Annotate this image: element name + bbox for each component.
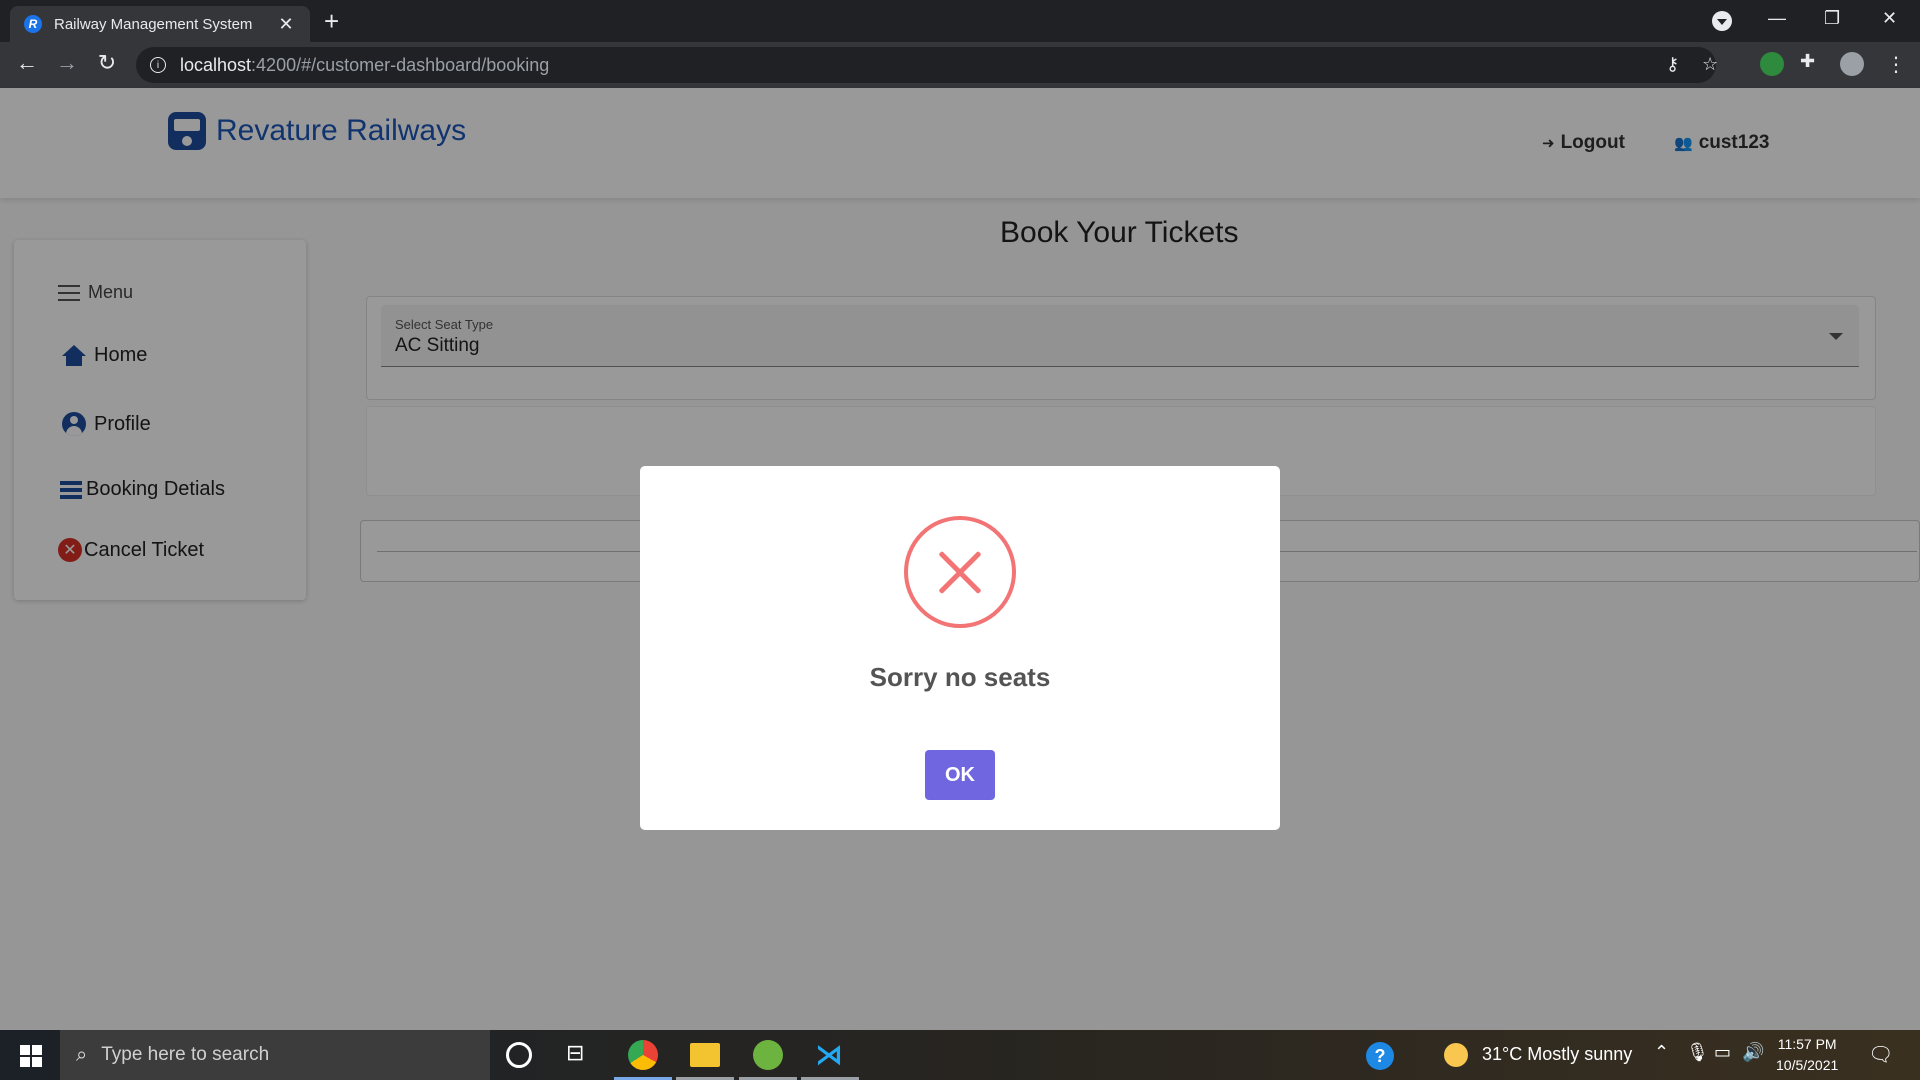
extensions-puzzle-icon[interactable]: ✚ (1800, 51, 1815, 72)
tab-close-icon[interactable]: ✕ (276, 14, 296, 35)
address-bar[interactable]: i localhost:4200/#/customer-dashboard/bo… (136, 47, 1718, 83)
close-window-icon[interactable]: ✕ (1882, 8, 1897, 29)
back-icon[interactable]: ← (12, 50, 42, 76)
tab-search-icon[interactable] (1712, 11, 1732, 31)
url-host: localhost (180, 54, 252, 75)
system-clock[interactable]: 11:57 PM 10/5/2021 (1776, 1034, 1838, 1076)
battery-icon[interactable]: ▭ (1714, 1042, 1731, 1063)
taskbar-search-box[interactable]: ⌕ Type here to search (60, 1030, 490, 1080)
error-icon (904, 516, 1016, 628)
help-icon[interactable]: ? (1366, 1042, 1394, 1070)
chevron-up-icon[interactable]: ⌃ (1654, 1042, 1669, 1063)
windows-start-icon[interactable] (20, 1045, 42, 1067)
cortana-icon[interactable] (506, 1042, 532, 1068)
extension-icon[interactable] (1760, 52, 1784, 76)
url-text: localhost:4200/#/customer-dashboard/book… (180, 55, 549, 76)
restore-icon[interactable]: ❐ (1824, 8, 1840, 29)
bookmark-star-icon[interactable]: ☆ (1702, 54, 1718, 75)
microphone-icon[interactable]: 🎙 (1686, 1042, 1709, 1063)
site-info-icon[interactable]: i (150, 57, 166, 73)
browser-toolbar: ← → ↻ i localhost:4200/#/customer-dashbo… (0, 42, 1920, 88)
search-icon: ⌕ (76, 1043, 88, 1066)
clock-time: 11:57 PM (1777, 1036, 1837, 1052)
tab-title: Railway Management System (54, 15, 253, 33)
volume-icon[interactable]: 🔊 (1742, 1042, 1764, 1063)
weather-icon[interactable] (1444, 1043, 1468, 1067)
vscode-icon[interactable]: ⋊ (815, 1040, 845, 1070)
search-placeholder: Type here to search (101, 1044, 270, 1065)
weather-text[interactable]: 31°C Mostly sunny (1482, 1044, 1632, 1065)
new-tab-button[interactable]: + (324, 8, 339, 34)
profile-avatar-icon[interactable] (1840, 52, 1864, 76)
key-icon[interactable]: ⚷ (1666, 54, 1679, 75)
dialog-message: Sorry no seats (869, 662, 1051, 692)
notifications-icon[interactable]: 🗨 (1868, 1042, 1893, 1067)
reload-icon[interactable]: ↻ (92, 50, 122, 76)
browser-tab-bar: R Railway Management System ✕ + — ❐ ✕ (0, 0, 1920, 42)
clock-date: 10/5/2021 (1776, 1057, 1839, 1073)
browser-tab[interactable]: R Railway Management System ✕ (10, 6, 310, 42)
task-view-icon[interactable]: ⊟ (566, 1040, 596, 1070)
browser-menu-icon[interactable]: ⋮ (1886, 52, 1906, 77)
tab-favicon-icon: R (24, 15, 42, 33)
ok-button[interactable]: OK (925, 750, 995, 800)
taskbar: ⌕ Type here to search ⊟ ⋊ ? 31°C Mostly … (0, 1030, 1920, 1080)
file-explorer-icon[interactable] (690, 1043, 720, 1067)
alert-dialog: Sorry no seats OK (640, 466, 1280, 830)
spring-tool-suite-icon[interactable] (753, 1040, 783, 1070)
chrome-icon[interactable] (628, 1040, 658, 1070)
minimize-icon[interactable]: — (1768, 8, 1786, 29)
forward-icon[interactable]: → (52, 50, 82, 76)
modal-backdrop[interactable]: Sorry no seats OK (0, 88, 1920, 1030)
url-path: :4200/#/customer-dashboard/booking (251, 54, 550, 75)
